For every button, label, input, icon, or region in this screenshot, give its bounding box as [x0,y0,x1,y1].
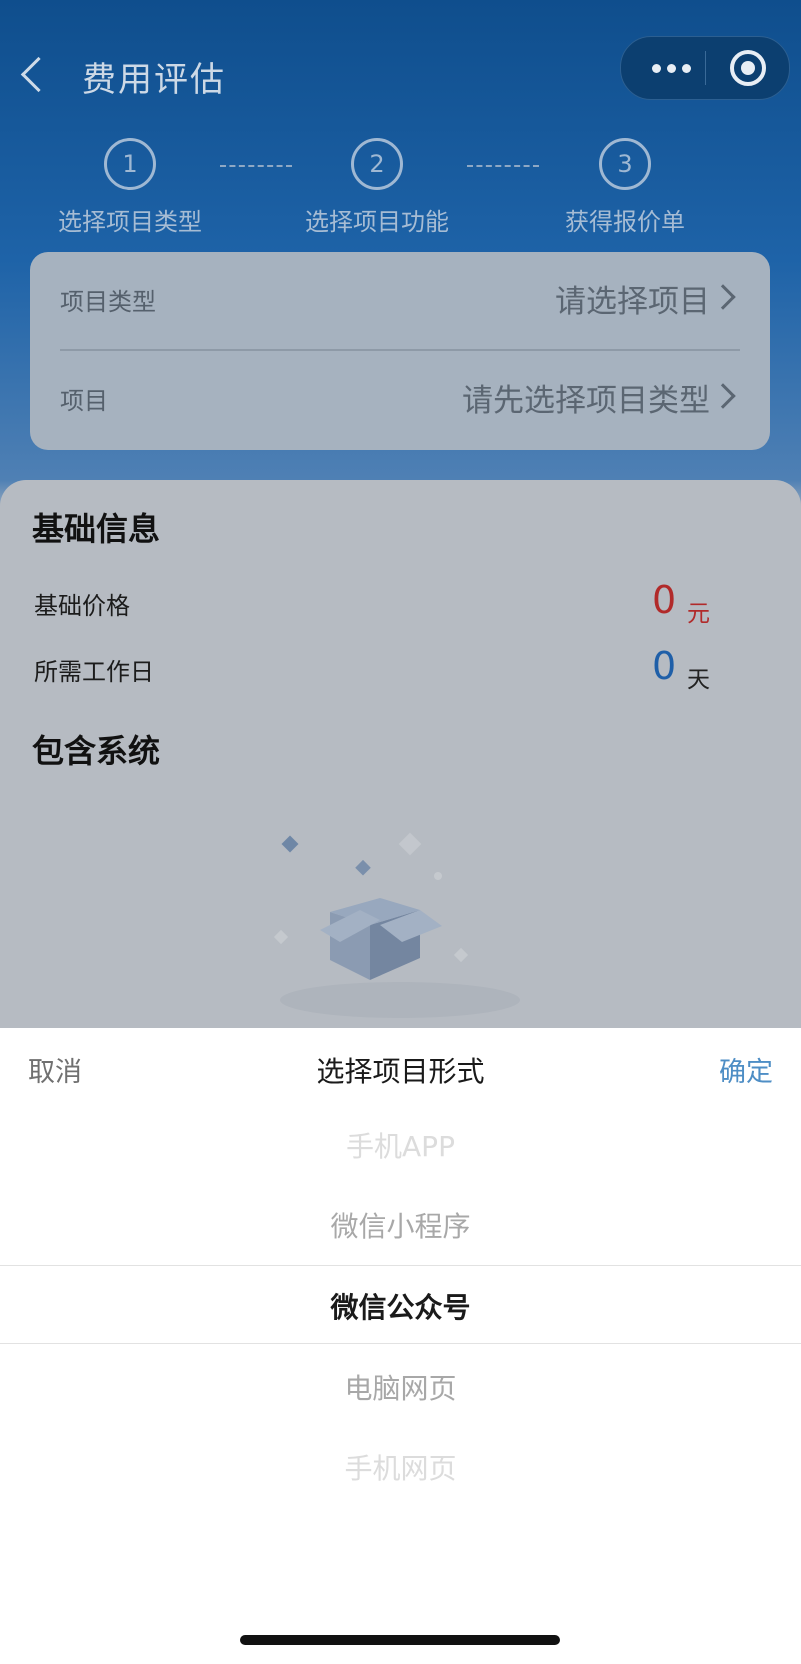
step-label: 选择项目功能 [305,208,449,236]
step-2: 2 选择项目功能 [277,138,477,237]
close-target-icon[interactable] [730,50,766,86]
project-select-card: 项目类型 请选择项目 项目 请先选择项目类型 [30,252,770,450]
included-systems-heading: 包含系统 [32,732,161,770]
base-price-unit: 元 [687,601,710,627]
step-label: 选择项目类型 [58,208,202,236]
step-3: 3 获得报价单 [525,138,725,237]
base-price-label: 基础价格 [34,592,130,620]
chevron-right-icon [710,284,736,310]
confirm-button[interactable]: 确定 [719,1050,773,1089]
picker-toolbar: 取消 选择项目形式 确定 [0,1028,801,1108]
picker-selection-line-top [0,1265,801,1266]
picker-option-selected[interactable]: 微信公众号 [0,1286,801,1326]
project-value: 请先选择项目类型 [462,383,710,419]
step-number: 3 [599,138,651,190]
picker-option[interactable]: 电脑网页 [0,1367,801,1407]
work-days-value: 0 [652,644,677,688]
project-type-row[interactable]: 项目类型 请选择项目 [30,252,770,348]
picker-title: 选择项目形式 [316,1055,485,1088]
base-price-value: 0 [652,578,677,622]
step-number: 1 [104,138,156,190]
work-days-unit: 天 [687,667,710,693]
nav-bar: 费用评估 [0,30,801,120]
project-type-label: 项目类型 [60,288,156,316]
step-label: 获得报价单 [565,208,685,236]
picker-selection-line-bottom [0,1343,801,1344]
project-row[interactable]: 项目 请先选择项目类型 [30,351,770,447]
picker-sheet: 取消 选择项目形式 确定 [0,1028,801,1664]
work-days-label: 所需工作日 [34,658,154,686]
step-number: 2 [351,138,403,190]
home-indicator [240,1635,560,1645]
picker-option[interactable]: 手机网页 [0,1447,801,1487]
page-title: 费用评估 [82,60,226,100]
capsule-divider [705,51,706,85]
more-dots-icon[interactable] [641,37,701,99]
back-chevron-icon[interactable] [20,56,57,93]
project-label: 项目 [60,387,108,415]
picker-option[interactable]: 手机APP [0,1125,801,1165]
basic-info-heading: 基础信息 [32,510,161,548]
miniprogram-capsule [620,36,790,100]
empty-box-icon [273,832,520,1018]
picker-option[interactable]: 微信小程序 [0,1205,801,1245]
step-1: 1 选择项目类型 [30,138,230,237]
chevron-right-icon [710,383,736,409]
project-type-value: 请选择项目 [555,284,710,320]
